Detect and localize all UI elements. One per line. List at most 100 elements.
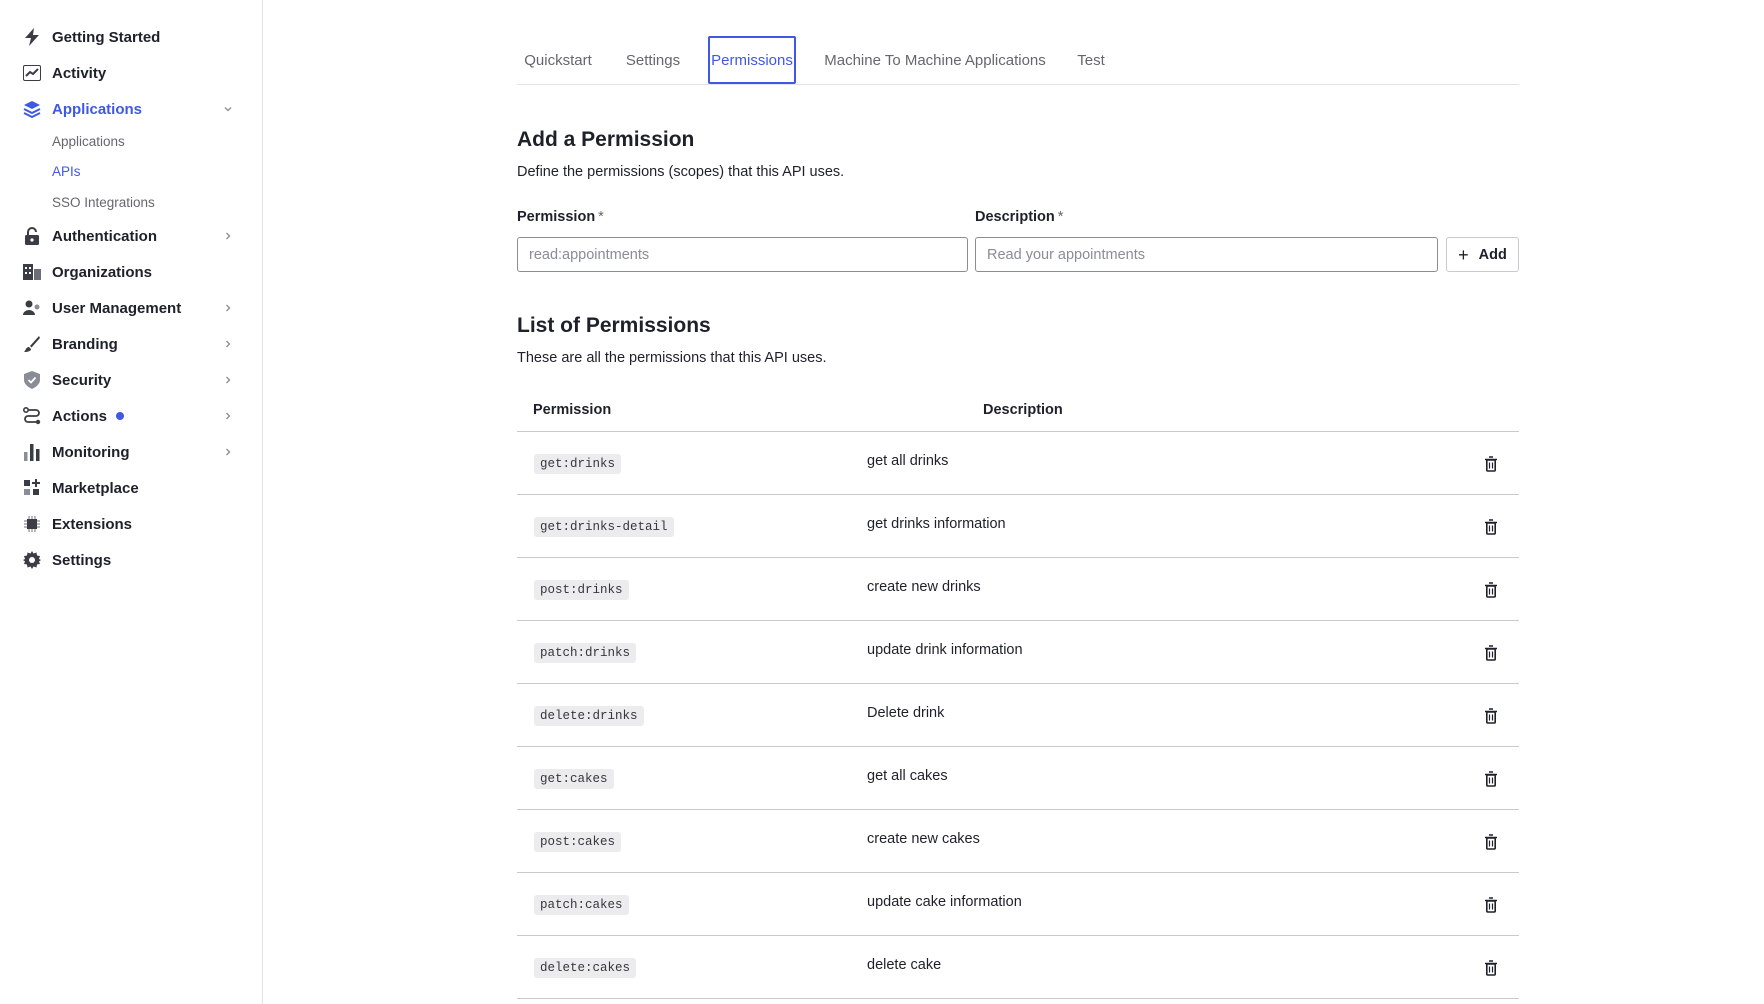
description-label-text: Description bbox=[975, 209, 1055, 225]
shield-icon bbox=[22, 370, 42, 390]
permission-description: get drinks information bbox=[867, 516, 1006, 532]
description-input[interactable] bbox=[975, 237, 1438, 272]
chevron-right-icon bbox=[226, 232, 231, 240]
permission-description: get all cakes bbox=[867, 768, 948, 784]
sidebar-item-applications[interactable]: Applications bbox=[22, 95, 242, 123]
sidebar-item-branding[interactable]: Branding bbox=[22, 330, 242, 358]
bolt-icon bbox=[22, 27, 42, 47]
trash-icon bbox=[1485, 582, 1497, 598]
sidebar-subitem-sso-integrations[interactable]: SSO Integrations bbox=[52, 195, 155, 210]
sidebar-item-actions[interactable]: Actions bbox=[22, 402, 242, 430]
delete-permission-button[interactable] bbox=[1479, 956, 1503, 980]
gear-icon bbox=[22, 550, 42, 570]
sidebar-item-label: Organizations bbox=[52, 263, 153, 281]
trash-icon bbox=[1485, 519, 1497, 535]
sidebar-item-authentication[interactable]: Authentication bbox=[22, 222, 242, 250]
delete-permission-button[interactable] bbox=[1479, 578, 1503, 602]
sidebar-item-marketplace[interactable]: Marketplace bbox=[22, 474, 242, 502]
tab-test[interactable]: Test bbox=[1074, 36, 1108, 84]
sidebar-item-label: Applications bbox=[52, 100, 143, 118]
trash-icon bbox=[1485, 771, 1497, 787]
delete-permission-button[interactable] bbox=[1479, 452, 1503, 476]
sidebar-item-label: Authentication bbox=[52, 227, 157, 245]
sidebar-item-organizations[interactable]: Organizations bbox=[22, 258, 242, 286]
actions-flow-icon bbox=[22, 406, 42, 426]
delete-permission-button[interactable] bbox=[1479, 830, 1503, 854]
sidebar-item-label: Settings bbox=[52, 551, 112, 569]
delete-permission-button[interactable] bbox=[1479, 704, 1503, 728]
permission-scope: patch:drinks bbox=[534, 643, 637, 663]
notification-dot bbox=[116, 412, 125, 420]
layers-icon bbox=[22, 99, 42, 119]
sidebar-item-label: User Management bbox=[52, 299, 182, 317]
permission-label-text: Permission bbox=[517, 209, 596, 225]
permission-field-label: Permission * bbox=[517, 209, 604, 225]
chevron-down-icon bbox=[224, 107, 232, 112]
sidebar-item-label: Branding bbox=[52, 335, 118, 353]
sidebar-item-label: Marketplace bbox=[52, 479, 139, 497]
sidebar-item-label: Security bbox=[52, 371, 112, 389]
table-row: get:drinks-detail get drinks information bbox=[517, 495, 1519, 558]
sidebar-item-activity[interactable]: Activity bbox=[22, 59, 242, 87]
table-row: patch:cakes update cake information bbox=[517, 873, 1519, 936]
table-row: delete:drinks Delete drink bbox=[517, 684, 1519, 747]
permission-scope: post:drinks bbox=[534, 580, 629, 600]
permission-description: Delete drink bbox=[867, 705, 945, 721]
add-permission-button[interactable]: + Add bbox=[1446, 237, 1519, 272]
add-permission-heading: Add a Permission bbox=[517, 128, 695, 151]
permission-input[interactable] bbox=[517, 237, 968, 272]
sidebar-item-security[interactable]: Security bbox=[22, 366, 242, 394]
table-row: get:drinks get all drinks bbox=[517, 432, 1519, 495]
tab-permissions[interactable]: Permissions bbox=[708, 36, 796, 84]
trash-icon bbox=[1485, 960, 1497, 976]
sidebar-item-label: Monitoring bbox=[52, 443, 130, 461]
sidebar-item-label: Getting Started bbox=[52, 28, 161, 46]
table-row: delete:cakes delete cake bbox=[517, 936, 1519, 999]
permission-scope: get:cakes bbox=[534, 769, 614, 789]
permission-description: create new cakes bbox=[867, 831, 980, 847]
permission-scope: delete:drinks bbox=[534, 706, 644, 726]
chevron-right-icon bbox=[226, 448, 231, 456]
sidebar-item-extensions[interactable]: Extensions bbox=[22, 510, 242, 538]
plus-icon: + bbox=[1458, 244, 1469, 265]
chip-icon bbox=[22, 514, 42, 534]
permission-description: get all drinks bbox=[867, 453, 949, 469]
sidebar-item-label: Actions bbox=[52, 407, 108, 425]
chevron-right-icon bbox=[226, 340, 231, 348]
permission-scope: post:cakes bbox=[534, 832, 622, 852]
sidebar-item-label: Extensions bbox=[52, 515, 133, 533]
permission-description: create new drinks bbox=[867, 579, 981, 595]
add-button-label: Add bbox=[1478, 246, 1507, 263]
tab-machine-to-machine-applications[interactable]: Machine To Machine Applications bbox=[822, 36, 1048, 84]
delete-permission-button[interactable] bbox=[1479, 893, 1503, 917]
sidebar-item-user-management[interactable]: User Management bbox=[22, 294, 242, 322]
column-header-description: Description bbox=[983, 402, 1063, 418]
lock-icon bbox=[22, 226, 42, 246]
sidebar-item-monitoring[interactable]: Monitoring bbox=[22, 438, 242, 466]
list-permissions-heading: List of Permissions bbox=[517, 314, 711, 337]
marketplace-grid-icon bbox=[22, 478, 42, 498]
sidebar-subitem-applications[interactable]: Applications bbox=[52, 134, 125, 149]
sidebar-item-settings[interactable]: Settings bbox=[22, 546, 242, 574]
trash-icon bbox=[1485, 645, 1497, 661]
permission-description: update drink information bbox=[867, 642, 1023, 658]
column-header-permission: Permission bbox=[533, 402, 612, 418]
delete-permission-button[interactable] bbox=[1479, 515, 1503, 539]
permission-description: update cake information bbox=[867, 894, 1022, 910]
sidebar-item-getting-started[interactable]: Getting Started bbox=[22, 23, 242, 51]
trash-icon bbox=[1485, 456, 1497, 472]
permission-scope: get:drinks bbox=[534, 454, 622, 474]
chevron-right-icon bbox=[226, 304, 231, 312]
bar-chart-icon bbox=[22, 442, 42, 462]
permission-description: delete cake bbox=[867, 957, 942, 973]
delete-permission-button[interactable] bbox=[1479, 641, 1503, 665]
table-row: patch:drinks update drink information bbox=[517, 621, 1519, 684]
trash-icon bbox=[1485, 708, 1497, 724]
tab-settings[interactable]: Settings bbox=[623, 36, 683, 84]
tab-quickstart[interactable]: Quickstart bbox=[521, 36, 595, 84]
building-icon bbox=[22, 262, 42, 282]
permission-scope: get:drinks-detail bbox=[534, 517, 674, 537]
sidebar-subitem-apis[interactable]: APIs bbox=[52, 164, 81, 179]
delete-permission-button[interactable] bbox=[1479, 767, 1503, 791]
required-mark: * bbox=[1057, 209, 1064, 225]
